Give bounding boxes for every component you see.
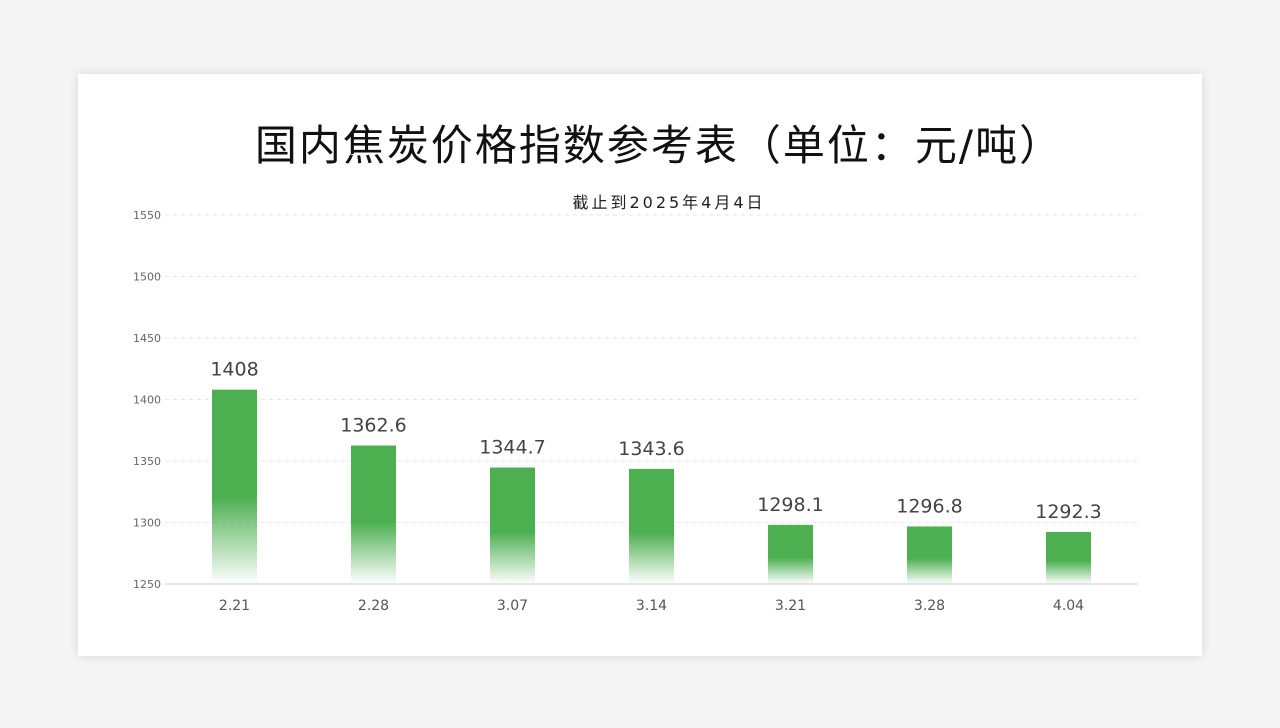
bar[interactable] (1046, 531, 1091, 584)
y-tick-label: 1250 (133, 578, 161, 591)
y-axis: 1250 1300 1350 1400 1450 1500 1550 (133, 209, 161, 591)
x-tick-label: 3.14 (636, 598, 667, 614)
data-label: 1296.8 (896, 495, 962, 517)
x-tick-label: 3.21 (775, 598, 806, 614)
bar[interactable] (907, 526, 952, 584)
y-tick-label: 1500 (133, 271, 161, 284)
x-tick-label: 2.21 (219, 598, 250, 614)
bar[interactable] (629, 468, 674, 584)
y-tick-label: 1450 (133, 332, 161, 345)
bar[interactable] (490, 467, 535, 584)
x-tick-label: 3.28 (914, 598, 945, 614)
x-tick-label: 2.28 (358, 598, 389, 614)
y-tick-label: 1550 (133, 209, 161, 222)
bar[interactable] (212, 389, 257, 584)
x-tick-label: 3.07 (497, 598, 528, 614)
data-label: 1298.1 (757, 494, 823, 516)
bar[interactable] (768, 524, 813, 584)
y-tick-label: 1300 (133, 517, 161, 530)
y-tick-label: 1350 (133, 455, 161, 468)
y-tick-label: 1400 (133, 394, 161, 407)
x-axis: 2.21 2.28 3.07 3.14 3.21 3.28 4.04 (219, 598, 1084, 614)
bar[interactable] (351, 445, 396, 584)
data-label: 1344.7 (479, 437, 545, 459)
bar-chart: 1250 1300 1350 1400 1450 1500 1550 1408 1362.6 1… (133, 209, 1138, 614)
data-label: 1292.3 (1035, 501, 1101, 523)
data-label: 1343.6 (618, 438, 684, 460)
x-tick-label: 4.04 (1053, 598, 1084, 614)
data-label: 1408 (210, 359, 258, 381)
data-label: 1362.6 (340, 415, 406, 437)
